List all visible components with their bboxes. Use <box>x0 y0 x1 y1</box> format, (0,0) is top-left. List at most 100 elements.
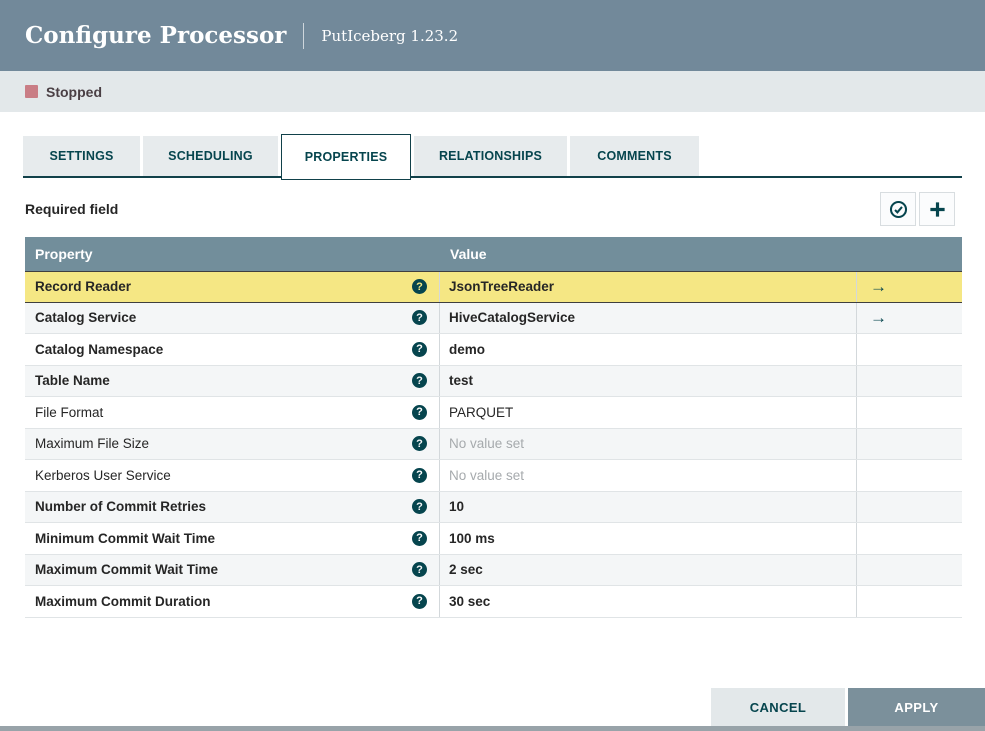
value-cell[interactable]: test <box>440 365 857 396</box>
table-row[interactable]: Maximum File Size ? No value set <box>25 428 962 460</box>
dialog-header: Configure Processor PutIceberg 1.23.2 <box>0 0 985 71</box>
tab-comments[interactable]: COMMENTS <box>570 136 699 176</box>
stopped-icon <box>25 85 38 98</box>
help-icon[interactable]: ? <box>412 562 427 578</box>
property-value: No value set <box>449 467 525 483</box>
help-icon[interactable]: ? <box>412 499 427 515</box>
action-cell <box>857 492 962 523</box>
column-header-value: Value <box>450 246 487 262</box>
property-name: Maximum Commit Duration <box>35 593 211 609</box>
property-name: Catalog Namespace <box>35 341 164 357</box>
action-cell <box>857 366 962 397</box>
table-row[interactable]: Catalog Service ? HiveCatalogService → <box>25 302 962 334</box>
dialog-bottom-edge <box>0 726 985 731</box>
table-row[interactable]: Catalog Namespace ? demo <box>25 334 962 366</box>
help-icon[interactable]: ? <box>412 404 427 420</box>
title-divider <box>303 22 305 49</box>
property-cell: Number of Commit Retries ? <box>25 491 440 522</box>
help-icon[interactable]: ? <box>412 530 427 546</box>
go-to-service-arrow-icon[interactable]: → <box>870 309 887 326</box>
table-row[interactable]: Number of Commit Retries ? 10 <box>25 491 962 523</box>
property-value: No value set <box>449 436 525 452</box>
action-cell <box>857 429 962 460</box>
required-field-label: Required field <box>25 201 119 217</box>
help-icon[interactable]: ? <box>412 593 427 609</box>
tab-scheduling[interactable]: SCHEDULING <box>143 136 278 176</box>
value-cell[interactable]: 100 ms <box>440 523 857 554</box>
cancel-button[interactable]: CANCEL <box>711 688 845 726</box>
processor-type-version: PutIceberg 1.23.2 <box>321 26 459 45</box>
value-cell[interactable]: 2 sec <box>440 554 857 585</box>
check-circle-icon <box>889 200 908 219</box>
configure-processor-dialog: Configure Processor PutIceberg 1.23.2 St… <box>0 0 985 731</box>
help-icon[interactable]: ? <box>412 373 427 389</box>
property-value: 2 sec <box>449 562 483 578</box>
property-name: Number of Commit Retries <box>35 499 207 515</box>
value-cell[interactable]: No value set <box>440 460 857 491</box>
value-cell[interactable]: 30 sec <box>440 586 857 617</box>
add-property-button[interactable] <box>919 192 955 226</box>
help-icon[interactable]: ? <box>412 467 427 483</box>
property-cell: Table Name ? <box>25 365 440 396</box>
property-value: 100 ms <box>449 530 495 546</box>
property-value: demo <box>449 341 486 357</box>
property-cell: Catalog Namespace ? <box>25 334 440 365</box>
value-cell[interactable]: 10 <box>440 491 857 522</box>
table-row[interactable]: File Format ? PARQUET <box>25 397 962 429</box>
property-cell: Maximum Commit Wait Time ? <box>25 554 440 585</box>
property-name: Catalog Service <box>35 310 137 326</box>
property-name: Maximum Commit Wait Time <box>35 562 219 578</box>
dialog-title: Configure Processor <box>25 22 287 49</box>
property-cell: Maximum Commit Duration ? <box>25 586 440 617</box>
property-cell: Maximum File Size ? <box>25 428 440 459</box>
status-label: Stopped <box>46 83 102 100</box>
value-cell[interactable]: JsonTreeReader <box>440 272 857 302</box>
property-cell: File Format ? <box>25 397 440 428</box>
table-row[interactable]: Table Name ? test <box>25 365 962 397</box>
property-cell: Record Reader ? <box>25 272 440 302</box>
help-icon[interactable]: ? <box>412 341 427 357</box>
help-icon[interactable]: ? <box>412 279 427 295</box>
property-cell: Minimum Commit Wait Time ? <box>25 523 440 554</box>
value-cell[interactable]: HiveCatalogService <box>440 302 857 333</box>
apply-button[interactable]: APPLY <box>848 688 985 726</box>
dialog-footer: CANCEL APPLY <box>711 688 985 726</box>
value-cell[interactable]: demo <box>440 334 857 365</box>
tab-relationships[interactable]: RELATIONSHIPS <box>414 136 567 176</box>
action-cell: → <box>857 303 962 334</box>
tab-settings[interactable]: SETTINGS <box>23 136 140 176</box>
table-row[interactable]: Record Reader ? JsonTreeReader → <box>25 271 962 303</box>
value-cell[interactable]: PARQUET <box>440 397 857 428</box>
action-cell: → <box>857 272 962 302</box>
properties-table: Property Value Record Reader ? JsonTreeR… <box>25 237 962 618</box>
action-cell <box>857 586 962 617</box>
property-table-body: Record Reader ? JsonTreeReader → Catalog… <box>25 271 962 618</box>
tab-bar: SETTINGS SCHEDULING PROPERTIES RELATIONS… <box>23 134 962 180</box>
help-icon[interactable]: ? <box>412 436 427 452</box>
property-value: PARQUET <box>449 404 514 420</box>
property-name: Maximum File Size <box>35 436 150 452</box>
tab-properties[interactable]: PROPERTIES <box>281 134 411 180</box>
property-cell: Catalog Service ? <box>25 302 440 333</box>
column-header-property: Property <box>35 246 93 262</box>
property-value: test <box>449 373 474 389</box>
go-to-service-arrow-icon[interactable]: → <box>870 278 887 295</box>
property-cell: Kerberos User Service ? <box>25 460 440 491</box>
property-name: Minimum Commit Wait Time <box>35 530 216 546</box>
table-header-row: Property Value <box>25 237 962 271</box>
table-row[interactable]: Maximum Commit Wait Time ? 2 sec <box>25 554 962 586</box>
action-cell <box>857 397 962 428</box>
table-row[interactable]: Maximum Commit Duration ? 30 sec <box>25 586 962 618</box>
help-icon[interactable]: ? <box>412 310 427 326</box>
verify-properties-button[interactable] <box>880 192 916 226</box>
table-row[interactable]: Minimum Commit Wait Time ? 100 ms <box>25 523 962 555</box>
property-value: HiveCatalogService <box>449 310 576 326</box>
action-cell <box>857 555 962 586</box>
property-name: Record Reader <box>35 279 132 295</box>
toolbar-buttons <box>880 192 955 226</box>
status-bar: Stopped <box>0 71 985 112</box>
property-name: File Format <box>35 404 104 420</box>
tab-underline <box>23 176 962 178</box>
table-row[interactable]: Kerberos User Service ? No value set <box>25 460 962 492</box>
value-cell[interactable]: No value set <box>440 428 857 459</box>
